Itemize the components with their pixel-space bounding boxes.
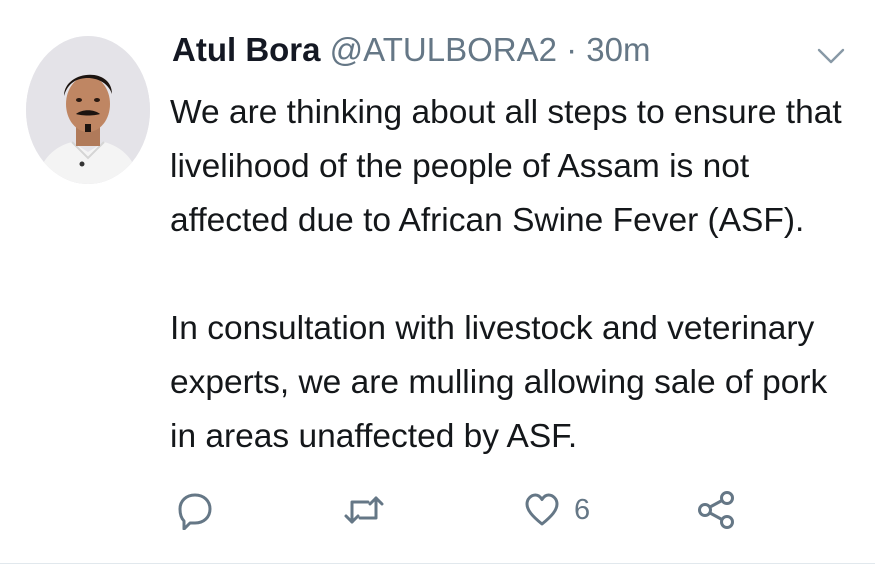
reply-icon [178,493,212,530]
tweet-text-line: We are thinking about all steps to ensur… [170,94,842,131]
separator-dot: · [566,31,578,68]
tweet-text-line: affected due to African Swine Fever (ASF… [170,202,805,239]
avatar[interactable] [26,36,150,184]
tweet-text-line: in areas unaffected by ASF. [170,418,578,455]
chevron-down-icon[interactable] [816,46,846,66]
share-icon [698,491,734,529]
like-button[interactable]: 6 [524,488,590,532]
share-button[interactable] [696,488,736,532]
retweet-icon [344,496,384,524]
tweet-header: Atul Bora @ATULBORA2 · 30m [172,30,651,70]
author-handle[interactable]: @ATULBORA2 [330,31,557,68]
tweet-text-line: experts, we are mulling allowing sale of… [170,364,828,401]
tweet-actions: 6 [0,488,875,532]
tweet-timestamp[interactable]: 30m [586,31,650,68]
heart-icon [525,493,559,526]
tweet-text-line: livelihood of the people of Assam is not [170,148,750,185]
author-name[interactable]: Atul Bora [172,31,321,68]
retweet-button[interactable] [342,488,386,532]
reply-button[interactable] [176,488,214,532]
tweet-card[interactable]: Atul Bora @ATULBORA2 · 30m We are thinki… [0,0,875,583]
tweet-text: We are thinking about all steps to ensur… [170,86,850,464]
tweet-text-line: In consultation with livestock and veter… [170,310,815,347]
divider [0,563,875,564]
like-count: 6 [574,493,591,526]
